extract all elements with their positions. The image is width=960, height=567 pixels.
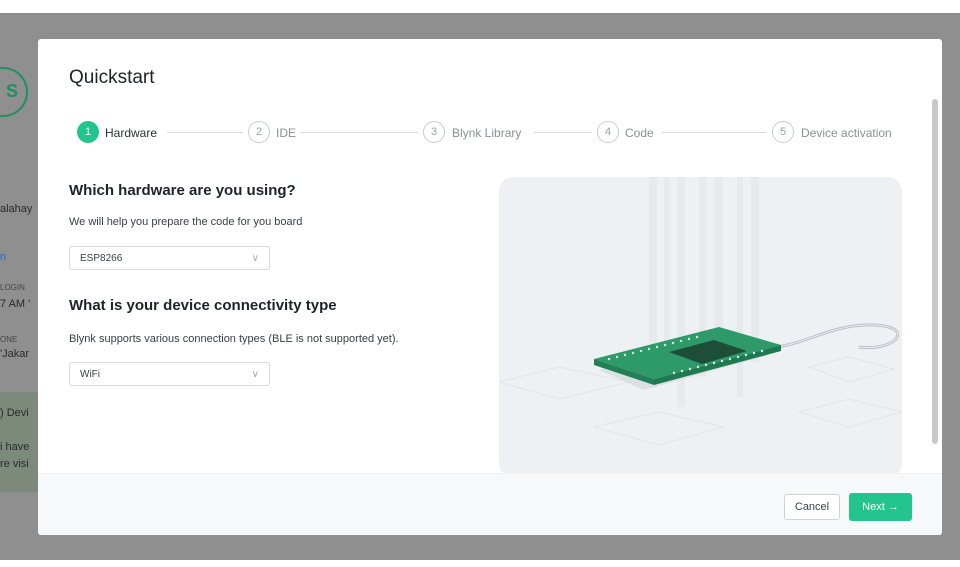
background-user-name: alahay <box>0 203 33 215</box>
modal-title: Quickstart <box>69 67 155 88</box>
step-1-indicator[interactable]: 1 <box>77 121 99 143</box>
background-timezone-value: 'Jakar <box>0 348 29 360</box>
step-3-label[interactable]: Blynk Library <box>452 126 521 140</box>
step-connector <box>300 132 418 133</box>
background-timezone-label: ONE <box>0 335 18 344</box>
hardware-description: We will help you prepare the code for yo… <box>69 216 303 228</box>
top-edge <box>0 0 960 13</box>
step-4-label[interactable]: Code <box>625 126 654 140</box>
quickstart-modal: Quickstart 1 Hardware 2 IDE 3 Blynk Libr… <box>38 39 942 535</box>
chevron-down-icon: ∨ <box>251 368 259 380</box>
hardware-select[interactable]: ESP8266 ∨ <box>69 246 270 270</box>
step-connector <box>167 132 243 133</box>
step-3-indicator[interactable]: 3 <box>423 121 445 143</box>
background-last-login-value: 7 AM ' <box>0 298 31 310</box>
background-devices-label: ) Devi <box>0 407 29 419</box>
connectivity-heading: What is your device connectivity type <box>69 297 337 314</box>
step-5-indicator[interactable]: 5 <box>772 121 794 143</box>
hardware-select-value: ESP8266 <box>80 252 123 264</box>
board-illustration <box>499 177 902 446</box>
step-connector <box>662 132 766 133</box>
background-last-login-label: LOGIN <box>0 283 25 292</box>
modal-scrollbar[interactable] <box>932 99 938 444</box>
step-5-label[interactable]: Device activation <box>801 126 892 140</box>
chevron-down-icon: ∨ <box>251 252 259 264</box>
step-2-label[interactable]: IDE <box>276 126 296 140</box>
bottom-edge <box>0 560 960 567</box>
connectivity-description: Blynk supports various connection types … <box>69 333 399 345</box>
step-connector <box>534 132 592 133</box>
background-notice-line2: re visi <box>0 458 29 470</box>
next-button[interactable]: Next → <box>849 493 912 521</box>
hardware-illustration <box>499 177 902 477</box>
step-2-indicator[interactable]: 2 <box>248 121 270 143</box>
step-4-indicator[interactable]: 4 <box>597 121 619 143</box>
modal-footer: Cancel Next → <box>38 473 942 535</box>
background-logo-letter: S <box>6 81 19 101</box>
connectivity-select[interactable]: WiFi ∨ <box>69 362 270 386</box>
connectivity-select-value: WiFi <box>80 368 100 380</box>
step-1-label[interactable]: Hardware <box>105 126 157 140</box>
cancel-button[interactable]: Cancel <box>784 494 840 520</box>
background-link: n <box>0 251 7 263</box>
background-notice-line1: i have <box>0 441 30 453</box>
hardware-heading: Which hardware are you using? <box>69 182 296 199</box>
